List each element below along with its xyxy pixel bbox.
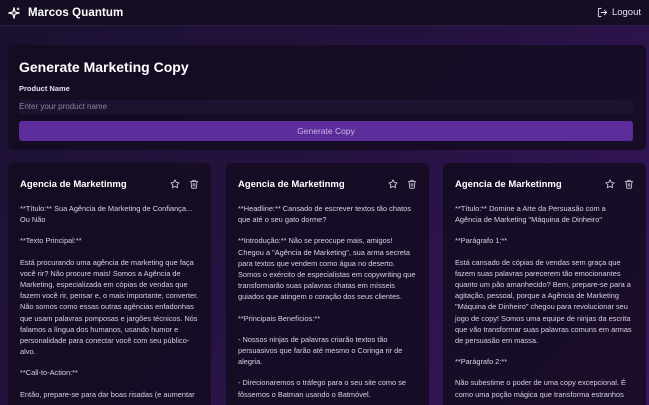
star-icon[interactable] [388,179,398,189]
brand[interactable]: Marcos Quantum [6,5,123,21]
card-paragraph: - Direcionaremos o tráfego para o seu si… [238,378,407,399]
card-header: Agencia de Marketinmg [238,178,417,190]
card-actions [170,179,199,189]
card-actions [388,179,417,189]
copy-card-3: Agencia de Marketinmg **Título:** Domine… [443,163,646,405]
generate-heading: Generate Marketing Copy [19,59,189,75]
generate-panel: Generate Marketing Copy Product Name Gen… [8,45,646,150]
logout-icon [597,7,608,18]
card-paragraph: Está cansado de cópias de vendas sem gra… [455,257,632,346]
product-name-input[interactable] [19,99,633,114]
card-paragraph: Então, prepare-se para dar boas risadas … [20,389,195,399]
card-paragraph: **Parágrafo 2:** [455,357,508,367]
card-actions [605,179,634,189]
generate-copy-button[interactable]: Generate Copy [19,121,633,141]
trash-icon[interactable] [624,179,634,189]
card-title: Agencia de Marketinmg [238,178,345,190]
card-paragraph: **Principais Benefícios:** [238,313,321,323]
card-paragraph: **Introdução:** Não se preocupe mais, am… [238,236,416,302]
sparkle-icon [6,5,22,21]
logout-button[interactable]: Logout [597,7,641,18]
card-paragraph: **Texto Principal:** [20,236,82,246]
product-name-label: Product Name [19,84,70,93]
trash-icon[interactable] [407,179,417,189]
card-paragraph: **Call-to-Action:** [20,368,78,378]
top-navbar: Marcos Quantum Logout [0,0,649,26]
card-header: Agencia de Marketinmg [455,178,634,190]
card-paragraph: **Parágrafo 1:** [455,236,508,246]
app-title: Marcos Quantum [28,6,124,19]
trash-icon[interactable] [189,179,199,189]
card-paragraph: - Nossos ninjas de palavras criarão text… [238,334,403,367]
card-body: **Título:** Sua Agência de Marketing de … [20,203,199,400]
copy-card-1: Agencia de Marketinmg **Título:** Sua Ag… [8,163,211,405]
card-header: Agencia de Marketinmg [20,178,199,190]
card-paragraph: **Título:** Sua Agência de Marketing de … [20,204,193,225]
card-paragraph: Não subestime o poder de uma copy excepc… [455,378,626,399]
card-body: **Título:** Domine a Arte da Persuasão c… [455,203,634,400]
star-icon[interactable] [170,179,180,189]
copy-card-2: Agencia de Marketinmg **Headline:** Cans… [226,163,429,405]
card-body: **Headline:** Cansado de escrever textos… [238,203,417,400]
star-icon[interactable] [605,179,615,189]
card-paragraph: Está procurando uma agência de marketing… [20,257,199,357]
card-title: Agencia de Marketinmg [20,178,127,190]
logout-label: Logout [611,7,641,18]
card-paragraph: **Título:** Domine a Arte da Persuasão c… [455,204,606,225]
card-title: Agencia de Marketinmg [455,178,562,190]
card-paragraph: **Headline:** Cansado de escrever textos… [238,204,411,225]
